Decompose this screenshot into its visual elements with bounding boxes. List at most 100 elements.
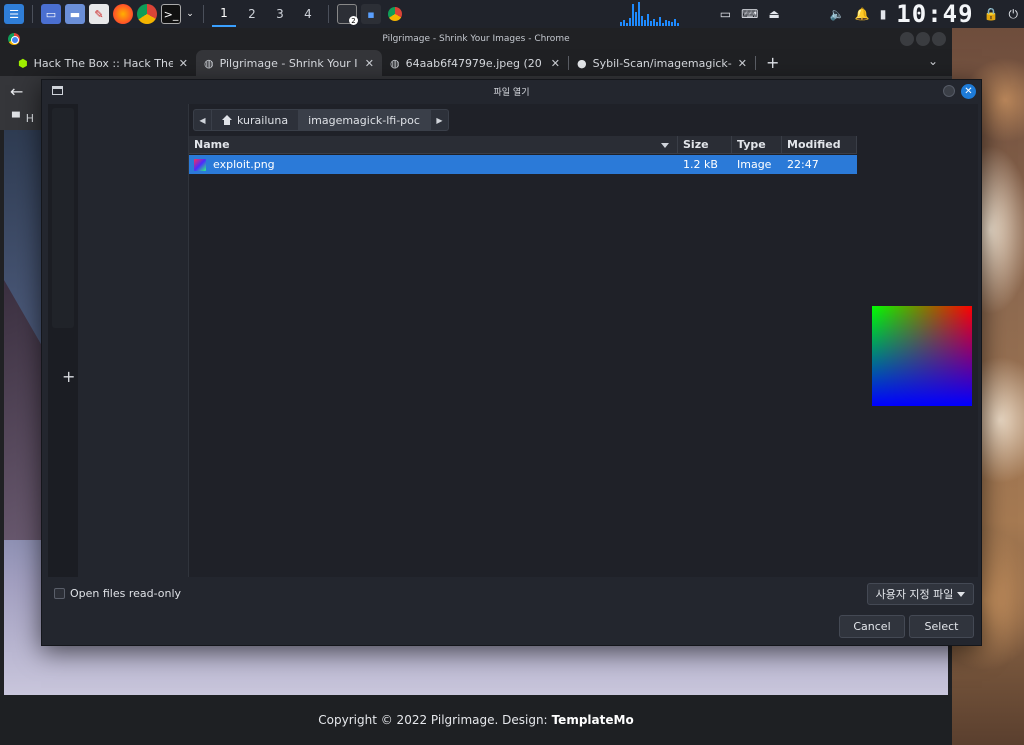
path-bar: ◀ kurailuna imagemagick-lfi-poc ▶: [193, 109, 449, 131]
chrome-icon[interactable]: [137, 4, 157, 24]
close-icon[interactable]: ✕: [179, 57, 188, 70]
column-label: Size: [683, 138, 709, 151]
tab-hackthebox[interactable]: ⬢ Hack The Box :: Hack The B ✕: [10, 50, 196, 76]
dialog-title: 파일 열기: [493, 87, 530, 98]
filter-label: 사용자 지정 파일: [875, 588, 954, 601]
close-icon[interactable]: ✕: [738, 57, 747, 70]
window-task-icon[interactable]: ▪: [361, 4, 381, 24]
terminal-icon[interactable]: >_: [161, 4, 181, 24]
file-list: Name Size Type Modified exploit.png 1.2 …: [189, 136, 857, 577]
file-filter-dropdown[interactable]: 사용자 지정 파일: [867, 583, 974, 605]
path-label: kurailuna: [237, 113, 289, 127]
column-header-modified[interactable]: Modified: [782, 136, 857, 153]
power-icon[interactable]: ⏻: [1009, 7, 1019, 22]
top-panel: ☰ ▭ ▬ ✎ >_ ⌄ 1 2 3 4 2 ▪ ▭ ⌨ ⏏ 🔈 🔔 ▮ 10:…: [0, 0, 1024, 28]
footer-copyright: Copyright © 2022 Pilgrimage. Design:: [318, 713, 548, 727]
file-row[interactable]: exploit.png 1.2 kB Image 22:47: [189, 155, 857, 174]
column-header-size[interactable]: Size: [678, 136, 732, 153]
desktop-icon[interactable]: ▭: [41, 4, 61, 24]
tab-jpeg[interactable]: ◍ 64aab6f47979e.jpeg (20 ✕: [382, 50, 568, 76]
window-title: Pilgrimage - Shrink Your Images - Chrome: [382, 34, 570, 44]
dialog-minimize-button[interactable]: [943, 85, 955, 97]
home-icon: [222, 115, 232, 125]
battery-icon[interactable]: ▮: [880, 7, 887, 21]
tab-search-button[interactable]: ⌄: [928, 54, 938, 68]
select-button[interactable]: Select: [909, 615, 974, 638]
close-icon[interactable]: ✕: [551, 57, 560, 70]
tab-github[interactable]: ● Sybil-Scan/imagemagick- ✕: [569, 50, 755, 76]
readonly-checkbox[interactable]: [54, 588, 65, 599]
bookmark-icon: ▀: [12, 112, 20, 124]
file-manager-icon[interactable]: ▬: [65, 4, 85, 24]
maximize-button[interactable]: [916, 32, 930, 46]
image-file-icon: [194, 158, 206, 171]
github-icon: ●: [577, 56, 587, 70]
sidebar-spacer: [78, 104, 188, 577]
network-icon[interactable]: ⏏: [768, 7, 779, 21]
chrome-titlebar: Pilgrimage - Shrink Your Images - Chrome: [0, 28, 952, 50]
column-label: Type: [737, 138, 766, 151]
system-tray: ▭ ⌨ ⏏ 🔈 🔔 ▮ 10:49 🔒 ⏻: [720, 0, 1018, 28]
task-count-badge: 2: [349, 16, 358, 25]
sort-down-icon: [661, 143, 669, 148]
places-sidebar: +: [48, 104, 78, 577]
tab-label: Hack The Box :: Hack The B: [33, 56, 173, 70]
path-button-home[interactable]: kurailuna: [212, 110, 298, 130]
file-type-cell: Image: [737, 158, 772, 171]
file-open-dialog: 파일 열기 ✕ + ◀ kurailuna imagemagick-lfi-po…: [41, 79, 982, 646]
globe-icon: ◍: [390, 56, 400, 70]
file-browser-pane: ◀ kurailuna imagemagick-lfi-poc ▶ Name S…: [188, 104, 978, 577]
close-window-button[interactable]: [932, 32, 946, 46]
minimize-button[interactable]: [900, 32, 914, 46]
path-scroll-left-button[interactable]: ◀: [194, 110, 212, 130]
launcher-bar: ☰ ▭ ▬ ✎ >_ ⌄ 1 2 3 4 2 ▪: [0, 0, 402, 28]
firefox-icon[interactable]: [113, 4, 133, 24]
places-list: [52, 108, 74, 328]
column-label: Modified: [787, 138, 841, 151]
chevron-down-icon[interactable]: ⌄: [185, 4, 195, 24]
file-name-cell: exploit.png: [189, 155, 678, 174]
column-header-name[interactable]: Name: [189, 136, 678, 153]
cancel-button[interactable]: Cancel: [839, 615, 905, 638]
clock[interactable]: 10:49: [896, 0, 973, 28]
path-label: imagemagick-lfi-poc: [308, 113, 420, 127]
workspace-1[interactable]: 1: [212, 1, 236, 27]
tab-label: Sybil-Scan/imagemagick-: [592, 56, 732, 70]
bookmark-item[interactable]: H: [26, 112, 34, 125]
readonly-option[interactable]: Open files read-only: [54, 587, 181, 600]
cpu-graph: [620, 2, 700, 26]
terminal-task-icon[interactable]: 2: [337, 4, 358, 25]
column-header-type[interactable]: Type: [732, 136, 782, 153]
notification-icon[interactable]: 🔔: [855, 7, 870, 21]
tab-pilgrimage[interactable]: ◍ Pilgrimage - Shrink Your I ✕: [196, 50, 382, 76]
tab-label: Pilgrimage - Shrink Your I: [219, 56, 358, 70]
keyboard-icon[interactable]: ⌨: [741, 7, 758, 21]
path-button-current[interactable]: imagemagick-lfi-poc: [298, 110, 430, 130]
add-bookmark-button[interactable]: +: [62, 367, 75, 386]
tab-label: 64aab6f47979e.jpeg (20: [405, 56, 542, 70]
workspace-4[interactable]: 4: [296, 0, 320, 28]
kali-menu-icon[interactable]: ☰: [4, 4, 24, 24]
file-list-header: Name Size Type Modified: [189, 136, 857, 154]
file-modified-cell: 22:47: [787, 158, 819, 171]
volume-icon[interactable]: 🔈: [830, 7, 845, 21]
panel-separator: [32, 5, 33, 23]
chrome-task-icon[interactable]: [388, 7, 402, 21]
display-icon[interactable]: ▭: [720, 7, 731, 21]
close-icon[interactable]: ✕: [365, 57, 374, 70]
path-scroll-right-button[interactable]: ▶: [429, 110, 448, 130]
caret-down-icon: [957, 591, 966, 597]
back-arrow-icon[interactable]: ←: [10, 82, 23, 101]
footer-link[interactable]: TemplateMo: [552, 713, 634, 727]
lock-icon[interactable]: 🔒: [984, 7, 999, 21]
file-name: exploit.png: [213, 158, 275, 171]
htb-cube-icon: ⬢: [18, 56, 28, 70]
new-tab-button[interactable]: +: [756, 50, 789, 76]
workspace-3[interactable]: 3: [268, 0, 292, 28]
file-size-cell: 1.2 kB: [683, 158, 718, 171]
dialog-close-button[interactable]: ✕: [961, 84, 976, 99]
dialog-titlebar: 파일 열기 ✕: [42, 80, 981, 102]
workspace-2[interactable]: 2: [240, 0, 264, 28]
text-editor-icon[interactable]: ✎: [89, 4, 109, 24]
window-icon: [52, 86, 63, 95]
